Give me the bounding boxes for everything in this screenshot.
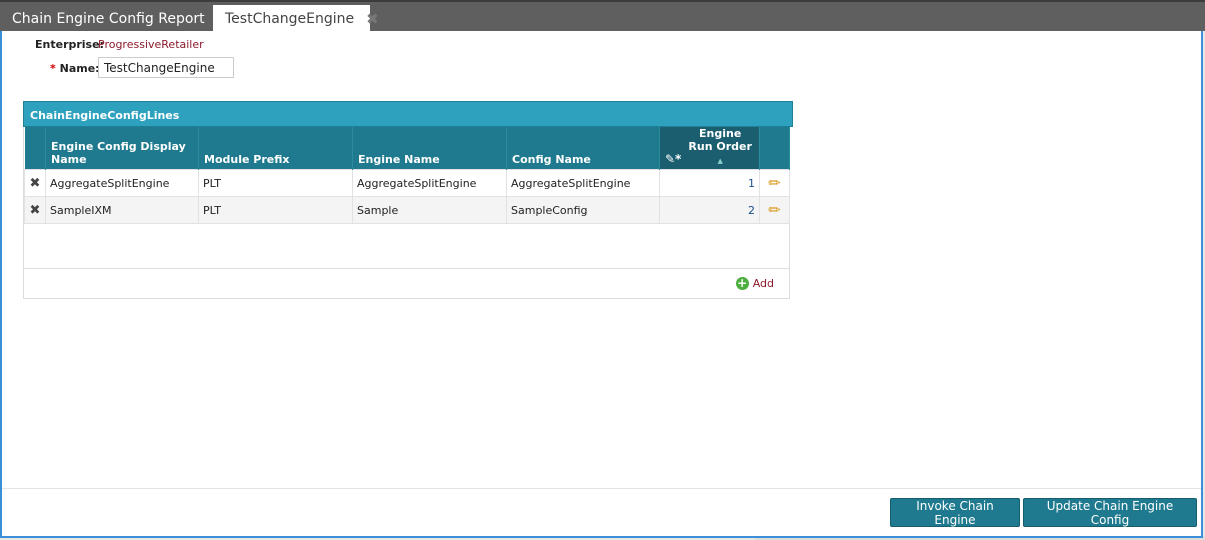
column-header-display-name[interactable]: Engine Config Display Name: [45, 127, 199, 170]
invoke-chain-engine-button[interactable]: Invoke Chain Engine: [890, 498, 1020, 527]
edit-column-header: [759, 127, 790, 170]
tab-test-change-engine[interactable]: TestChangeEngine ✖: [213, 5, 379, 33]
enterprise-label: Enterprise:: [35, 38, 104, 51]
edit-pencil-icon[interactable]: ✏: [759, 169, 790, 197]
cell-engine-name: AggregateSplitEngine: [352, 169, 507, 197]
update-chain-engine-config-button[interactable]: Update Chain Engine Config: [1023, 498, 1197, 527]
cell-module-prefix: PLT: [198, 169, 353, 197]
cell-engine-name: Sample: [352, 196, 507, 224]
cell-run-order[interactable]: 1: [659, 169, 760, 197]
add-plus-icon[interactable]: +: [735, 277, 749, 290]
delete-column-header: [24, 127, 46, 170]
tab-label: TestChangeEngine: [225, 11, 355, 27]
column-header-engine-name[interactable]: Engine Name: [352, 127, 507, 170]
close-icon[interactable]: ✖: [366, 10, 379, 28]
add-link[interactable]: Add: [753, 277, 774, 290]
tab-chain-engine-config-report[interactable]: Chain Engine Config Report ✖: [0, 5, 239, 33]
tab-label: Chain Engine Config Report: [12, 11, 205, 27]
panel-title: ChainEngineConfigLines: [23, 101, 793, 127]
column-header-module-prefix[interactable]: Module Prefix: [198, 127, 353, 170]
delete-row-icon[interactable]: ✖: [24, 196, 46, 224]
tab-bar: Chain Engine Config Report ✖ TestChangeE…: [0, 0, 1205, 33]
footer-divider: [2, 488, 1201, 489]
delete-row-icon[interactable]: ✖: [24, 169, 46, 197]
table-row: ✖ SampleIXM PLT Sample SampleConfig 2 ✏: [24, 196, 790, 224]
name-input[interactable]: [98, 57, 234, 78]
cell-run-order[interactable]: 2: [659, 196, 760, 224]
add-row-bar: + Add: [23, 268, 790, 298]
name-label: * Name:: [50, 62, 100, 75]
name-label-text: Name:: [59, 62, 100, 75]
enterprise-value: ProgressiveRetailer: [98, 38, 204, 51]
cell-display-name: SampleIXM: [45, 196, 199, 224]
sort-ascending-icon: ▲: [717, 157, 723, 165]
column-header-label: Engine Run Order: [688, 127, 752, 153]
editable-pencil-icon: ✎*: [665, 152, 682, 166]
cell-module-prefix: PLT: [198, 196, 353, 224]
edit-pencil-icon[interactable]: ✏: [759, 196, 790, 224]
required-mark: *: [50, 62, 56, 75]
table-row: ✖ AggregateSplitEngine PLT AggregateSpli…: [24, 169, 790, 197]
cell-config-name: AggregateSplitEngine: [506, 169, 660, 197]
editor-panel: Enterprise: ProgressiveRetailer * Name: …: [0, 31, 1203, 538]
column-header-config-name[interactable]: Config Name: [506, 127, 660, 170]
column-header-run-order[interactable]: ✎* Engine Run Order ▲: [659, 127, 760, 170]
cell-display-name: AggregateSplitEngine: [45, 169, 199, 197]
cell-config-name: SampleConfig: [506, 196, 660, 224]
